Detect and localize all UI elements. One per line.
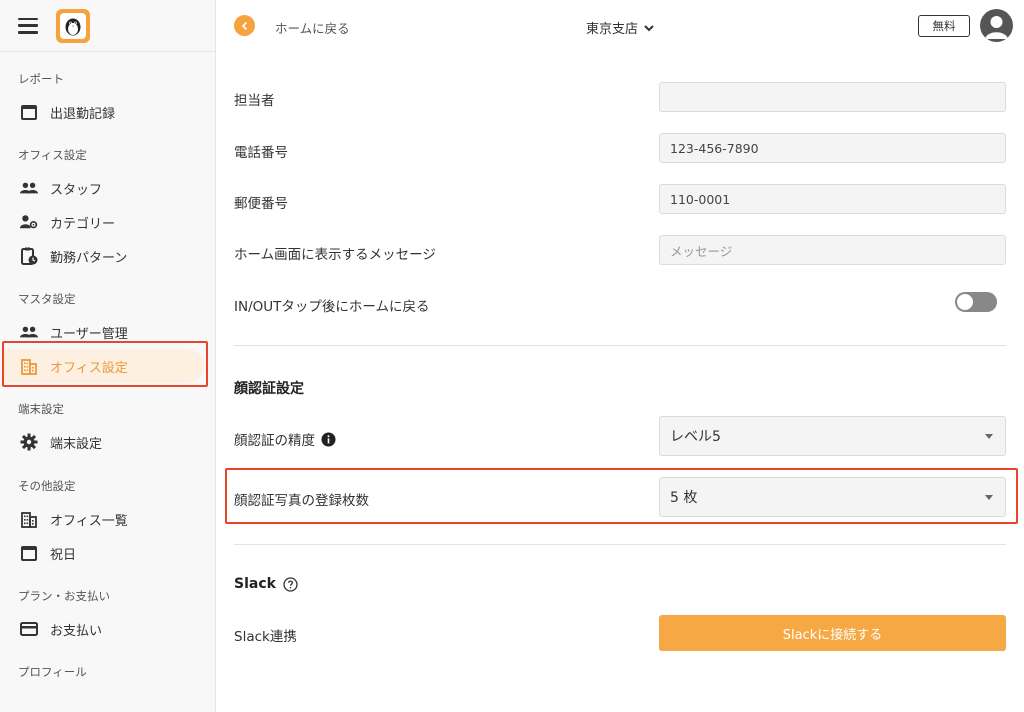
credit-card-icon [20,620,38,638]
clipboard-clock-icon [20,247,38,265]
postal-label: 郵便番号 [234,196,288,212]
manager-label: 担当者 [234,93,275,109]
face-accuracy-label: 顔認証の精度 [234,433,315,449]
dropdown-arrow-icon [985,434,993,439]
plan-badge[interactable]: 無料 [918,15,970,37]
sidebar-item-label: お支払い [50,623,103,639]
user-icon [985,16,1008,39]
branch-selector[interactable]: 東京支店 [586,18,655,37]
section-other: その他設定 [18,479,76,493]
person-gear-icon [20,213,38,231]
help-icon[interactable] [283,576,298,592]
sidebar-item-holidays[interactable]: 祝日 [0,536,216,570]
menu-icon[interactable] [18,17,38,34]
section-plan: プラン・お支払い [18,589,110,603]
sidebar-item-label: 出退勤記録 [50,106,116,122]
sidebar-top [0,0,215,52]
building-icon [20,510,38,528]
sidebar-item-label: 端末設定 [50,436,103,452]
slack-connect-label: Slack連携 [234,629,297,645]
return-home-toggle[interactable] [955,292,997,312]
photo-count-label: 顔認証写真の登録枚数 [234,493,369,509]
sidebar-item-label: ユーザー管理 [50,326,128,342]
phone-input[interactable]: 123-456-7890 [659,133,1006,163]
people-icon [20,323,38,341]
face-accuracy-value: レベル5 [670,429,721,445]
section-office: オフィス設定 [18,148,87,162]
sidebar-item-staff[interactable]: スタッフ [0,171,216,205]
section-device: 端末設定 [18,402,64,416]
divider [234,544,1006,545]
calendar-icon [20,544,38,562]
section-master: マスタ設定 [18,292,76,306]
sidebar-item-label: オフィス一覧 [50,513,128,529]
back-link[interactable]: ホームに戻る [275,18,350,37]
slack-section-title: Slack [234,576,276,592]
sidebar-item-office-settings[interactable]: オフィス設定 [4,349,204,383]
sidebar-item-category[interactable]: カテゴリー [0,205,216,239]
people-icon [20,179,38,197]
section-profile[interactable]: プロフィール [18,664,87,680]
penguin-logo-icon [65,18,81,35]
slack-section-title-row: Slack [234,576,298,592]
calendar-icon [20,103,38,121]
gear-icon [20,433,38,451]
app-logo [56,8,90,43]
sidebar-item-payment[interactable]: お支払い [0,612,216,646]
header: ホームに戻る 東京支店 無料 [216,0,1024,52]
sidebar-item-label: 祝日 [50,547,77,563]
sidebar-item-label: 勤務パターン [50,250,128,266]
sidebar-item-attendance[interactable]: 出退勤記録 [0,95,216,129]
dropdown-arrow-icon [985,495,993,500]
sidebar-item-device-settings[interactable]: 端末設定 [0,425,216,459]
divider [234,345,1006,346]
slack-connect-button[interactable]: Slackに接続する [659,615,1006,651]
postal-code-input[interactable]: 110-0001 [659,184,1006,214]
section-report: レポート [18,72,64,86]
branch-name: 東京支店 [586,22,639,37]
phone-label: 電話番号 [234,145,288,161]
avatar[interactable] [980,9,1013,42]
message-input[interactable]: メッセージ [659,235,1006,265]
return-home-label: IN/OUTタップ後にホームに戻る [234,299,430,315]
sidebar-item-label: スタッフ [50,182,103,198]
sidebar-item-label: カテゴリー [50,216,116,232]
building-icon [20,357,38,375]
photo-count-value: 5 枚 [670,490,698,506]
chevron-left-icon [241,21,247,30]
sidebar-item-users[interactable]: ユーザー管理 [0,315,216,349]
sidebar: レポート 出退勤記録 オフィス設定 スタッフ カテゴリー 勤務パターン マスタ設… [0,0,216,712]
manager-input[interactable] [659,82,1006,112]
sidebar-item-office-list[interactable]: オフィス一覧 [0,502,216,536]
info-icon[interactable] [321,432,336,447]
message-label: ホーム画面に表示するメッセージ [234,247,436,263]
sidebar-item-pattern[interactable]: 勤務パターン [0,239,216,273]
photo-count-select[interactable]: 5 枚 [659,477,1006,517]
face-section-title: 顔認証設定 [234,381,304,397]
sidebar-item-label: オフィス設定 [50,360,128,376]
back-button[interactable] [234,15,255,36]
chevron-down-icon [644,24,654,31]
face-accuracy-label-row: 顔認証の精度 [234,429,336,449]
face-accuracy-select[interactable]: レベル5 [659,416,1006,456]
